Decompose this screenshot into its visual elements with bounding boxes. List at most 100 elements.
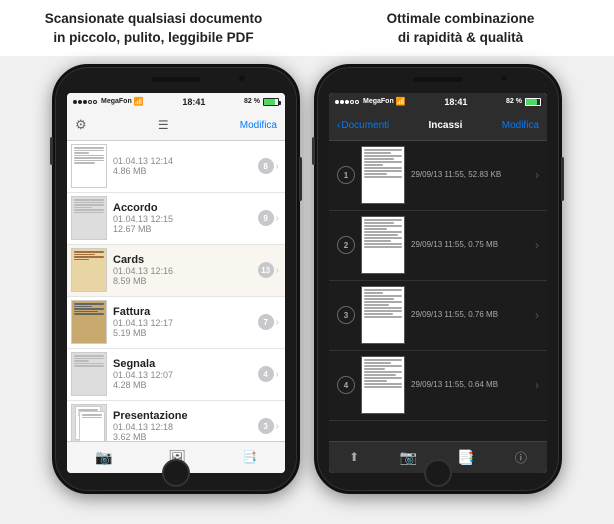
edit-btn-right[interactable]: Modifica bbox=[502, 120, 539, 131]
camera-left bbox=[239, 75, 245, 81]
dark-num-3: 3 bbox=[337, 306, 355, 324]
item-date-4: 01.04.13 12:17 bbox=[113, 318, 258, 328]
item-badge-2: 9 bbox=[258, 210, 274, 226]
list-info-2: Accordo 01.04.13 12:15 12.67 MB bbox=[113, 202, 258, 234]
screen-content-right: 1 29/09/13 11:55, 52.83 K bbox=[329, 141, 547, 441]
list-arrow-5: › bbox=[276, 369, 279, 380]
nav-bar-right: ‹ Documenti Incassi Modifica bbox=[329, 111, 547, 141]
list-arrow-1: › bbox=[276, 161, 279, 172]
list-info-6: Presentazione 01.04.13 12:18 3.62 MB bbox=[113, 410, 258, 441]
dark-thumb-3 bbox=[361, 286, 405, 344]
item-badge-4: 7 bbox=[258, 314, 274, 330]
dark-num-1: 1 bbox=[337, 166, 355, 184]
item-size-4: 5.19 MB bbox=[113, 328, 258, 338]
list-arrow-4: › bbox=[276, 317, 279, 328]
item-name-6: Presentazione bbox=[113, 410, 258, 422]
list-item[interactable]: Cards 01.04.13 12:16 8.59 MB 13 › bbox=[67, 245, 285, 297]
list-item[interactable]: Fattura 01.04.13 12:17 5.19 MB 7 › bbox=[67, 297, 285, 349]
wifi-icon-right: 📶 bbox=[396, 97, 406, 106]
list-info-4: Fattura 01.04.13 12:17 5.19 MB bbox=[113, 306, 258, 338]
phone-left: MegaFon 📶 18:41 82 % ⚙ ☰ Modifica bbox=[52, 64, 300, 494]
list-thumb-6 bbox=[71, 404, 107, 441]
list-info-5: Segnala 01.04.13 12:07 4.28 MB bbox=[113, 358, 258, 390]
list-item[interactable]: Segnala 01.04.13 12:07 4.28 MB 4 › bbox=[67, 349, 285, 401]
dark-thumb-4 bbox=[361, 356, 405, 414]
list-item[interactable]: Presentazione 01.04.13 12:18 3.62 MB 3 › bbox=[67, 401, 285, 441]
dark-arrow-1: › bbox=[535, 168, 539, 182]
home-btn-right[interactable] bbox=[424, 459, 452, 487]
dark-item-date-4: 29/09/13 11:55, 0.64 MB bbox=[411, 379, 535, 391]
dark-list-item-1[interactable]: 1 29/09/13 11:55, 52.83 K bbox=[329, 141, 547, 211]
back-chevron-right[interactable]: ‹ bbox=[337, 120, 340, 131]
dark-item-info-2: 29/09/13 11:55, 0.75 MB bbox=[411, 239, 535, 251]
speaker-right bbox=[413, 77, 463, 82]
top-banner: Scansionate qualsiasi documento in picco… bbox=[0, 0, 614, 56]
screen-right: MegaFon 📶 18:41 82 % ‹ Documenti Incassi bbox=[329, 93, 547, 473]
status-bar-left: MegaFon 📶 18:41 82 % bbox=[67, 93, 285, 111]
dark-item-info-3: 29/09/13 11:55, 0.76 MB bbox=[411, 309, 535, 321]
info-icon-right[interactable]: ⓘ bbox=[515, 449, 527, 466]
item-date-6: 01.04.13 12:18 bbox=[113, 422, 258, 432]
dark-list-item-2[interactable]: 2 29/09/13 11:55, 0.75 MB bbox=[329, 211, 547, 281]
time-left: 18:41 bbox=[182, 97, 205, 107]
list-arrow-6: › bbox=[276, 421, 279, 432]
share-icon-right[interactable]: ⬆ bbox=[349, 450, 359, 464]
item-badge-1: 8 bbox=[258, 158, 274, 174]
back-label-right[interactable]: Documenti bbox=[341, 120, 389, 131]
item-name-2: Accordo bbox=[113, 202, 258, 214]
dark-item-info-4: 29/09/13 11:55, 0.64 MB bbox=[411, 379, 535, 391]
item-size-2: 12.67 MB bbox=[113, 224, 258, 234]
item-size-3: 8.59 MB bbox=[113, 276, 258, 286]
scan-icon-left[interactable]: 📑 bbox=[242, 450, 257, 464]
item-date-5: 01.04.13 12:07 bbox=[113, 370, 258, 380]
list-arrow-3: › bbox=[276, 265, 279, 276]
list-item[interactable]: 01.04.13 12:14 4.86 MB 8 › bbox=[67, 141, 285, 193]
list-thumb-5 bbox=[71, 352, 107, 396]
camera-icon-right[interactable]: 📷 bbox=[399, 449, 416, 466]
list-thumb-3 bbox=[71, 248, 107, 292]
speaker-left bbox=[151, 77, 201, 82]
dark-arrow-3: › bbox=[535, 308, 539, 322]
dark-arrow-4: › bbox=[535, 378, 539, 392]
camera-icon-left[interactable]: 📷 bbox=[95, 449, 112, 466]
list-item[interactable]: Accordo 01.04.13 12:15 12.67 MB 9 › bbox=[67, 193, 285, 245]
list-info-1: 01.04.13 12:14 4.86 MB bbox=[113, 156, 258, 176]
item-size-5: 4.28 MB bbox=[113, 380, 258, 390]
list-thumb-2 bbox=[71, 196, 107, 240]
banner-right: Ottimale combinazione di rapidità & qual… bbox=[307, 10, 614, 48]
dark-arrow-2: › bbox=[535, 238, 539, 252]
dark-list-item-3[interactable]: 3 29/09/13 11:55, 0.76 MB bbox=[329, 281, 547, 351]
list-thumb-1 bbox=[71, 144, 107, 188]
active-tab-right: Incassi bbox=[428, 120, 462, 131]
dark-thumb-1 bbox=[361, 146, 405, 204]
list-info-3: Cards 01.04.13 12:16 8.59 MB bbox=[113, 254, 258, 286]
nav-bar-left: ⚙ ☰ Modifica bbox=[67, 111, 285, 141]
list-thumb-4 bbox=[71, 300, 107, 344]
wifi-icon-left: 📶 bbox=[134, 97, 144, 106]
item-badge-6: 3 bbox=[258, 418, 274, 434]
edit-btn-left[interactable]: Modifica bbox=[240, 120, 277, 131]
dark-num-4: 4 bbox=[337, 376, 355, 394]
camera-right bbox=[501, 75, 507, 81]
dark-list-item-4[interactable]: 4 29/09/13 11:55, 0.64 MB bbox=[329, 351, 547, 421]
banner-left-text: Scansionate qualsiasi documento in picco… bbox=[14, 10, 293, 48]
item-name-3: Cards bbox=[113, 254, 258, 266]
item-date-2: 01.04.13 12:15 bbox=[113, 214, 258, 224]
item-name-5: Segnala bbox=[113, 358, 258, 370]
banner-left: Scansionate qualsiasi documento in picco… bbox=[0, 10, 307, 48]
list-icon-left[interactable]: ☰ bbox=[158, 118, 169, 132]
carrier-left: MegaFon bbox=[101, 98, 132, 105]
dark-item-info-1: 29/09/13 11:55, 52.83 KB bbox=[411, 169, 535, 181]
status-bar-right: MegaFon 📶 18:41 82 % bbox=[329, 93, 547, 111]
gear-icon-left[interactable]: ⚙ bbox=[75, 117, 87, 133]
scan-icon-right[interactable]: 📑 bbox=[457, 449, 474, 466]
item-date-3: 01.04.13 12:16 bbox=[113, 266, 258, 276]
dark-item-date-1: 29/09/13 11:55, 52.83 KB bbox=[411, 169, 535, 181]
item-badge-3: 13 bbox=[258, 262, 274, 278]
dark-item-date-2: 29/09/13 11:55, 0.75 MB bbox=[411, 239, 535, 251]
home-btn-left[interactable] bbox=[162, 459, 190, 487]
battery-pct-left: 82 % bbox=[244, 98, 260, 105]
item-size-6: 3.62 MB bbox=[113, 432, 258, 441]
dark-num-2: 2 bbox=[337, 236, 355, 254]
screen-left: MegaFon 📶 18:41 82 % ⚙ ☰ Modifica bbox=[67, 93, 285, 473]
